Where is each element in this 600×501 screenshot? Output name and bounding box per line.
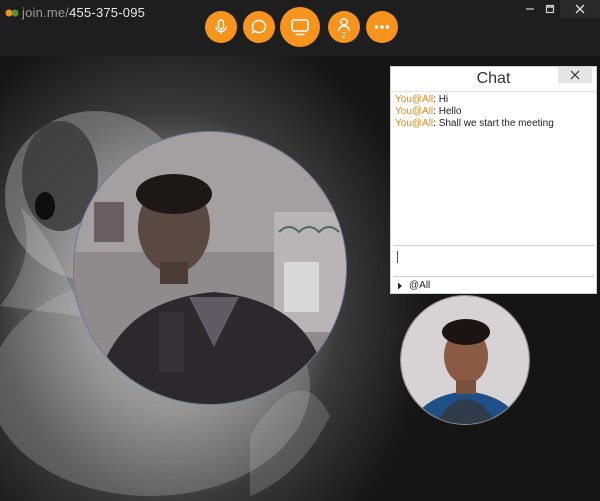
chat-message: You@All: Shall we start the meeting xyxy=(395,118,592,130)
more-dots-icon xyxy=(374,25,390,29)
recipient-selector[interactable]: @All xyxy=(397,280,430,291)
chat-bubble-icon xyxy=(251,19,267,34)
chat-button[interactable] xyxy=(243,11,275,43)
chat-close-button[interactable] xyxy=(558,67,592,83)
text-cursor xyxy=(397,251,398,263)
chat-message-list: You@All: Hi You@All: Hello You@All: Shal… xyxy=(395,94,592,130)
self-video-frame xyxy=(401,296,529,424)
chat-panel: Chat You@All: Hi You@All: Hello You@All:… xyxy=(390,66,597,294)
message-sender: You@All xyxy=(395,94,434,105)
participant-video-frame xyxy=(74,132,346,404)
message-sender: You@All xyxy=(395,106,434,117)
meeting-url-prefix: join.me/ xyxy=(22,5,70,20)
microphone-button[interactable] xyxy=(205,11,237,43)
close-icon xyxy=(570,70,580,80)
title-bar: join.me/455-375-095 2 xyxy=(0,0,600,56)
chat-header: Chat xyxy=(391,67,596,92)
chat-message: You@All: Hello xyxy=(395,106,592,118)
video-stage: Chat You@All: Hi You@All: Hello You@All:… xyxy=(0,56,600,501)
message-text: Hello xyxy=(438,106,462,117)
meeting-url: join.me/455-375-095 xyxy=(22,5,145,20)
maximize-icon xyxy=(545,4,555,14)
self-video-preview[interactable] xyxy=(400,295,530,425)
close-icon xyxy=(575,4,585,14)
close-window-button[interactable] xyxy=(560,0,600,18)
minimize-icon xyxy=(526,8,534,10)
caret-right-icon xyxy=(398,282,402,289)
chat-message: You@All: Hi xyxy=(395,94,592,106)
joinme-logo-icon xyxy=(5,9,19,17)
monitor-icon xyxy=(291,19,309,36)
message-sender: You@All xyxy=(395,118,434,129)
participants-button[interactable]: 2 xyxy=(328,11,360,43)
participant-video-main[interactable] xyxy=(73,131,347,405)
message-text: Hi xyxy=(438,94,449,105)
message-text: Shall we start the meeting xyxy=(438,118,554,129)
meeting-code: 455-375-095 xyxy=(69,5,146,20)
chat-input[interactable] xyxy=(393,245,594,277)
screen-share-button[interactable] xyxy=(280,7,320,47)
participant-count: 2 xyxy=(341,31,347,40)
microphone-icon xyxy=(215,19,227,34)
maximize-button[interactable] xyxy=(538,0,562,18)
more-button[interactable] xyxy=(366,11,398,43)
recipient-label: @All xyxy=(409,280,431,291)
